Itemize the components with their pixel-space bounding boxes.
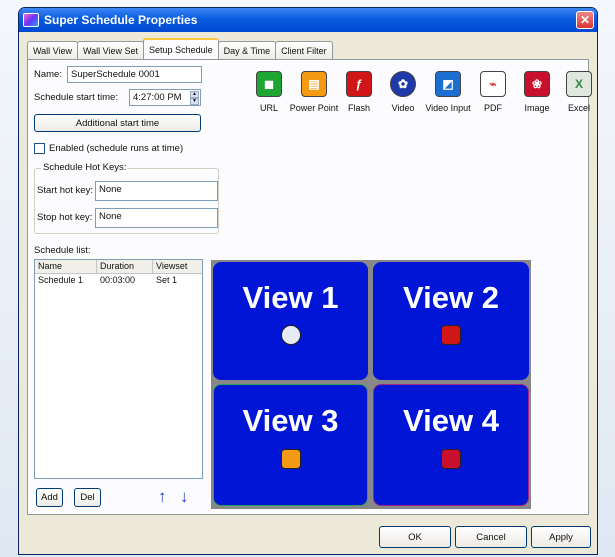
tool-powerpoint-label: Power Point — [289, 103, 339, 113]
image-icon — [441, 449, 461, 469]
tool-url-label: URL — [259, 103, 278, 113]
tab-day-time[interactable]: Day & Time — [217, 41, 277, 59]
view-layout-grid: View 1 View 2 View 3 View 4 — [211, 260, 531, 509]
start-time-input[interactable]: 4:27:00 PM ▲ ▼ — [129, 89, 201, 106]
cell-duration: 00:03:00 — [100, 275, 136, 285]
tab-client-filter[interactable]: Client Filter — [275, 41, 333, 59]
table-row[interactable]: Schedule 1 00:03:00 Set 1 — [35, 274, 202, 287]
move-down-arrow-icon[interactable]: ↓ — [180, 487, 189, 507]
start-time-spinner[interactable]: ▲ ▼ — [190, 91, 199, 105]
name-input[interactable]: SuperSchedule 0001 — [67, 66, 202, 83]
view-3-tile[interactable]: View 3 — [213, 384, 368, 506]
enabled-label: Enabled (schedule runs at time) — [49, 143, 184, 154]
hotkeys-group: Schedule Hot Keys: Start hot key: None S… — [34, 162, 219, 234]
cancel-button[interactable]: Cancel — [455, 526, 527, 548]
delete-button[interactable]: Del — [74, 488, 101, 507]
tab-strip: Wall View Wall View Set Setup Schedule D… — [27, 38, 333, 59]
tool-video-label: Video — [391, 103, 415, 113]
video-input-icon: ◩ — [435, 71, 461, 97]
image-icon: ❀ — [524, 71, 550, 97]
additional-start-time-button[interactable]: Additional start time — [34, 114, 201, 132]
cell-name: Schedule 1 — [38, 275, 84, 285]
stop-hotkey-label: Stop hot key: — [37, 212, 93, 223]
flash-icon — [441, 325, 461, 345]
properties-dialog: Super Schedule Properties ✕ Wall View Wa… — [18, 7, 598, 555]
tab-wall-view[interactable]: Wall View — [27, 41, 79, 59]
start-time-value: 4:27:00 PM — [133, 92, 182, 103]
powerpoint-icon — [280, 449, 301, 469]
tool-video-input[interactable]: ◩ Video Input — [423, 71, 473, 113]
apply-button[interactable]: Apply — [531, 526, 591, 548]
powerpoint-icon: ▤ — [301, 71, 327, 97]
start-hotkey-label: Start hot key: — [37, 185, 93, 196]
view-4-tile[interactable]: View 4 — [373, 384, 529, 506]
app-icon — [23, 13, 39, 27]
tool-video[interactable]: ✿ Video — [378, 71, 428, 113]
tool-url[interactable]: ◼ URL — [244, 71, 294, 113]
view-1-tile[interactable]: View 1 — [213, 262, 368, 380]
enabled-checkbox[interactable] — [34, 143, 45, 154]
tool-image-label: Image — [524, 103, 550, 113]
schedule-list[interactable]: Name Duration Viewset Schedule 1 00:03:0… — [34, 259, 203, 479]
window-title: Super Schedule Properties — [44, 13, 198, 27]
tab-wall-view-set[interactable]: Wall View Set — [77, 41, 145, 59]
tool-excel-label: Excel — [567, 103, 590, 113]
title-bar[interactable]: Super Schedule Properties ✕ — [19, 8, 597, 32]
tool-excel[interactable]: X Excel — [554, 71, 597, 113]
tool-pdf[interactable]: ⌁ PDF — [468, 71, 518, 113]
start-hotkey-input[interactable]: None — [95, 181, 218, 201]
url-icon: ◼ — [256, 71, 282, 97]
excel-icon: X — [566, 71, 592, 97]
tool-pdf-label: PDF — [484, 103, 502, 113]
tool-video-input-label: Video Input — [425, 103, 471, 113]
view-2-tile[interactable]: View 2 — [373, 262, 529, 380]
tool-flash[interactable]: ƒ Flash — [334, 71, 384, 113]
column-viewset[interactable]: Viewset — [153, 260, 202, 273]
schedule-list-label: Schedule list: — [34, 245, 91, 256]
move-up-arrow-icon[interactable]: ↑ — [158, 487, 167, 507]
column-name[interactable]: Name — [35, 260, 97, 273]
pdf-icon: ⌁ — [480, 71, 506, 97]
close-button[interactable]: ✕ — [576, 11, 594, 29]
flash-icon: ƒ — [346, 71, 372, 97]
name-label: Name: — [34, 69, 62, 80]
video-reel-icon — [280, 325, 301, 345]
ok-button[interactable]: OK — [379, 526, 451, 548]
tab-setup-schedule[interactable]: Setup Schedule — [143, 38, 219, 59]
start-time-label: Schedule start time: — [34, 92, 118, 103]
video-reel-icon: ✿ — [390, 71, 416, 97]
column-duration[interactable]: Duration — [97, 260, 153, 273]
stop-hotkey-input[interactable]: None — [95, 208, 218, 228]
hotkeys-group-title: Schedule Hot Keys: — [41, 162, 129, 173]
cell-viewset: Set 1 — [156, 275, 178, 285]
setup-schedule-panel: Name: SuperSchedule 0001 Schedule start … — [27, 59, 592, 515]
schedule-list-header: Name Duration Viewset — [35, 260, 202, 274]
add-button[interactable]: Add — [36, 488, 63, 507]
tool-flash-label: Flash — [347, 103, 370, 113]
tool-powerpoint[interactable]: ▤ Power Point — [289, 71, 339, 113]
